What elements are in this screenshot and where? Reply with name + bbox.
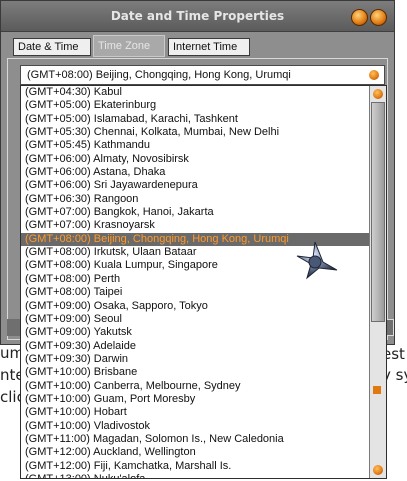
tab-time-zone[interactable]: Time Zone <box>93 35 165 57</box>
timezone-list-item[interactable]: (GMT+09:00) Osaka, Sapporo, Tokyo <box>21 300 369 313</box>
mouse-pointer-icon <box>296 241 338 280</box>
close-icon[interactable] <box>370 9 387 26</box>
timezone-list-item[interactable]: (GMT+07:00) Bangkok, Hanoi, Jakarta <box>21 206 369 219</box>
timezone-list-item[interactable]: (GMT+06:00) Almaty, Novosibirsk <box>21 153 369 166</box>
timezone-list-item[interactable]: (GMT+05:30) Chennai, Kolkata, Mumbai, Ne… <box>21 126 369 139</box>
timezone-list-item[interactable]: (GMT+05:45) Kathmandu <box>21 139 369 152</box>
scroll-thumb[interactable] <box>371 102 385 322</box>
timezone-list-item[interactable]: (GMT+09:00) Yakutsk <box>21 326 369 339</box>
timezone-list-item[interactable]: (GMT+10:00) Guam, Port Moresby <box>21 393 369 406</box>
timezone-dropdown-list[interactable]: (GMT+04:30) Kabul (GMT+05:00) Ekaterinbur… <box>20 85 387 479</box>
scroll-grip-icon <box>373 386 381 394</box>
list-scrollbar[interactable] <box>369 86 386 478</box>
timezone-list-item[interactable]: (GMT+09:30) Adelaide <box>21 340 369 353</box>
timezone-combobox[interactable]: (GMT+08:00) Beijing, Chongqing, Hong Kon… <box>20 65 385 85</box>
timezone-list-item[interactable]: (GMT+09:00) Seoul <box>21 313 369 326</box>
tab-internet-time[interactable]: Internet Time <box>168 38 250 56</box>
title-bar[interactable]: Date and Time Properties <box>1 1 394 32</box>
timezone-list-item[interactable]: (GMT+12:00) Auckland, Wellington <box>21 446 369 459</box>
timezone-list-item[interactable]: (GMT+04:30) Kabul <box>21 86 369 99</box>
timezone-list-item[interactable]: (GMT+06:00) Astana, Dhaka <box>21 166 369 179</box>
timezone-list-item[interactable]: (GMT+13:00) Nuku'alofa <box>21 473 369 478</box>
timezone-combobox-value: (GMT+08:00) Beijing, Chongqing, Hong Kon… <box>27 69 291 81</box>
timezone-list-item[interactable]: (GMT+06:00) Sri Jayawardenepura <box>21 179 369 192</box>
scroll-down-icon[interactable] <box>373 465 383 475</box>
timezone-list[interactable]: (GMT+04:30) Kabul (GMT+05:00) Ekaterinbur… <box>21 86 369 478</box>
timezone-list-item[interactable]: (GMT+08:00) Taipei <box>21 286 369 299</box>
timezone-list-item[interactable]: (GMT+09:30) Darwin <box>21 353 369 366</box>
timezone-list-item[interactable]: (GMT+06:30) Rangoon <box>21 193 369 206</box>
window-title: Date and Time Properties <box>110 9 285 23</box>
timezone-list-item[interactable]: (GMT+10:00) Canberra, Melbourne, Sydney <box>21 380 369 393</box>
timezone-list-item[interactable]: (GMT+10:00) Vladivostok <box>21 420 369 433</box>
timezone-list-item[interactable]: (GMT+11:00) Magadan, Solomon Is., New Ca… <box>21 433 369 446</box>
timezone-list-item[interactable]: (GMT+10:00) Hobart <box>21 406 369 419</box>
scroll-up-icon[interactable] <box>373 89 383 99</box>
timezone-list-item[interactable]: (GMT+05:00) Islamabad, Karachi, Tashkent <box>21 113 369 126</box>
timezone-list-item[interactable]: (GMT+10:00) Brisbane <box>21 366 369 379</box>
tab-date-time[interactable]: Date & Time <box>13 38 91 56</box>
timezone-list-item[interactable]: (GMT+07:00) Krasnoyarsk <box>21 219 369 232</box>
timezone-list-item[interactable]: (GMT+12:00) Fiji, Kamchatka, Marshall Is… <box>21 460 369 473</box>
minimize-icon[interactable] <box>351 9 368 26</box>
timezone-list-item[interactable]: (GMT+05:00) Ekaterinburg <box>21 99 369 112</box>
dropdown-arrow-icon[interactable] <box>369 70 379 80</box>
